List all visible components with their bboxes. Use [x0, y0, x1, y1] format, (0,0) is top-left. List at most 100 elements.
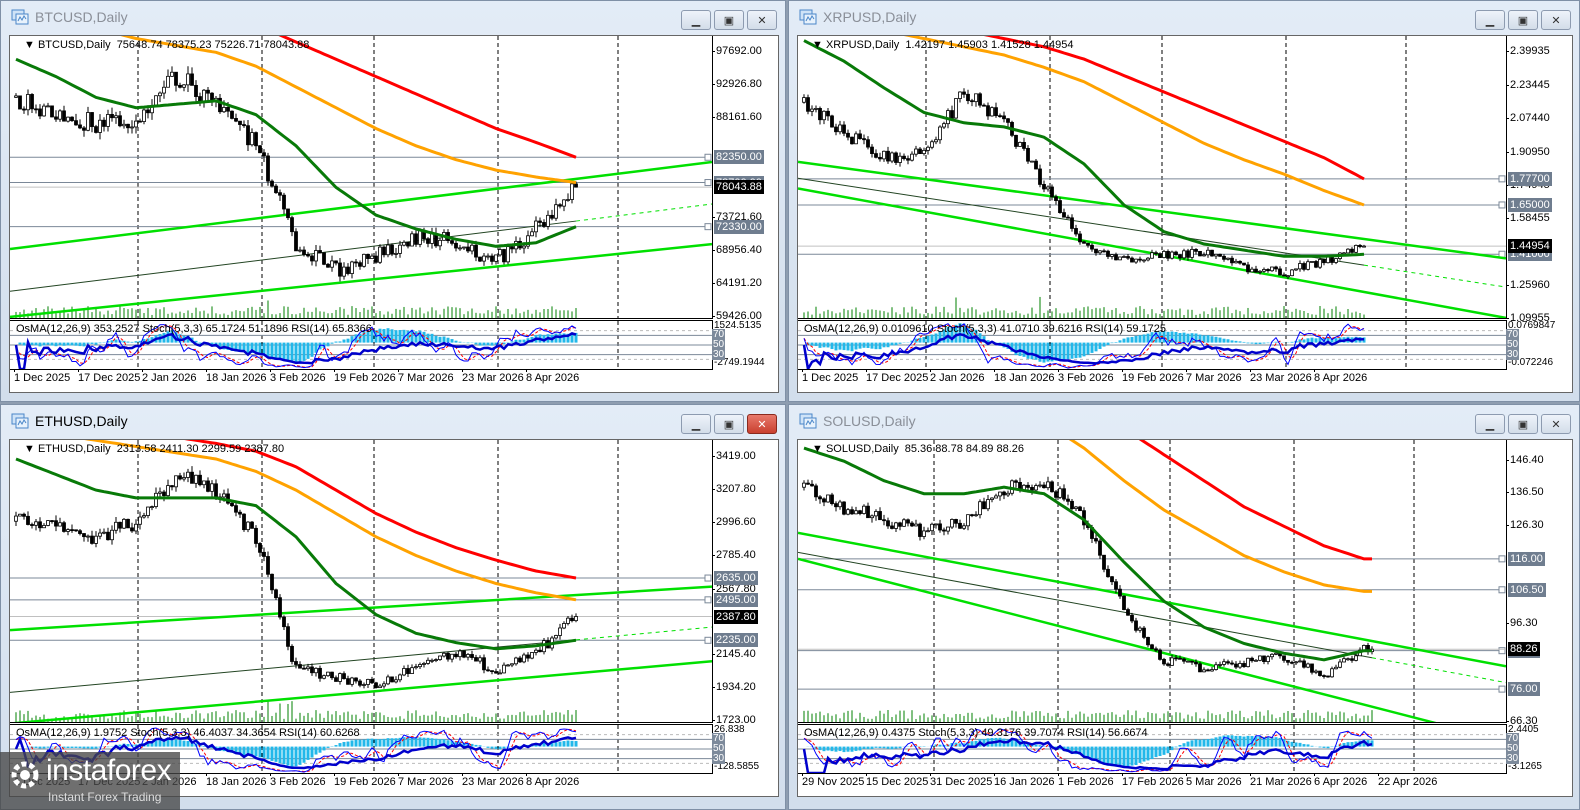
volume-bar	[1139, 306, 1141, 318]
osma-bar	[1178, 744, 1182, 747]
chart-window-solusd[interactable]: SOLUSD,Daily ▁ ▣ ✕ ▼ SOLUSD,Daily 85.36 8…	[788, 404, 1580, 810]
close-button[interactable]: ✕	[1541, 10, 1571, 30]
volume-bar	[319, 713, 321, 722]
volume-bar	[307, 311, 309, 318]
bear-candle	[290, 645, 294, 662]
bear-candle	[1070, 500, 1074, 510]
osma-bar	[1030, 342, 1034, 360]
price-tick-label: 2.39935	[1506, 45, 1550, 58]
minimize-button[interactable]: ▁	[681, 10, 711, 30]
chart-window-ethusd[interactable]: ETHUSD,Daily ▁ ▣ ✕ ▼ ETHUSD,Daily 2313.58…	[0, 404, 786, 810]
price-tick-label: 2.23445	[1506, 78, 1550, 91]
maximize-button[interactable]: ▣	[1508, 414, 1538, 434]
minimize-button[interactable]: ▁	[1475, 10, 1505, 30]
volume-bar	[219, 314, 221, 318]
volume-bar	[1183, 718, 1185, 722]
price-axis[interactable]: 2.399352.234452.074401.909501.749451.584…	[1506, 36, 1572, 324]
close-button[interactable]: ✕	[747, 414, 777, 434]
indicator-pane[interactable]: OsMA(12,26,9) 0.0109610 Stoch(5,3,3) 41.…	[798, 320, 1507, 370]
price-chart[interactable]: ▼ BTCUSD,Daily 75648.74 78375.23 75226.71…	[10, 36, 713, 319]
bear-candle	[382, 246, 386, 256]
bull-candle	[1254, 659, 1258, 662]
price-tick-label: 2785.40	[712, 548, 756, 561]
volume-bar	[1271, 714, 1273, 722]
volume-bar	[515, 715, 517, 722]
price-tick-label: 92926.80	[712, 78, 762, 90]
osma-bar	[490, 746, 494, 749]
level-handle	[704, 636, 712, 644]
volume-bar	[159, 716, 161, 722]
price-chart[interactable]: ▼ XRPUSD,Daily 1.42197 1.45903 1.41528 1.…	[798, 36, 1507, 319]
volume-bar	[1367, 715, 1369, 722]
volume-bar	[23, 309, 25, 318]
date-label: 23 Mar 2026	[462, 773, 524, 788]
close-button[interactable]: ✕	[1541, 414, 1571, 434]
window-titlebar[interactable]: ETHUSD,Daily ▁ ▣ ✕	[1, 405, 785, 437]
price-axis[interactable]: 97692.00 92926.80 88161.60 73721.60 68956.40…	[712, 36, 778, 322]
volume-bar	[1155, 713, 1157, 722]
window-titlebar[interactable]: BTCUSD,Daily ▁ ▣ ✕	[1, 1, 785, 33]
maximize-button[interactable]: ▣	[714, 414, 744, 434]
price-tick-label: 64191.20	[712, 277, 762, 290]
volume-bar	[171, 717, 173, 722]
osma-bar	[58, 342, 62, 346]
chart-window-btcusd[interactable]: BTCUSD,Daily ▁ ▣ ✕ ▼ BTCUSD,Daily 75648.7…	[0, 0, 786, 402]
price-axis[interactable]: 146.40 136.50 126.30 96.30 66.30 116.00 106.50…	[1506, 440, 1572, 727]
bull-candle	[98, 119, 102, 133]
volume-bar	[431, 714, 433, 722]
bull-candle	[1202, 669, 1206, 673]
bear-candle	[1138, 258, 1142, 261]
maximize-button[interactable]: ▣	[714, 10, 744, 30]
osma-bar	[478, 745, 482, 747]
window-titlebar[interactable]: SOLUSD,Daily ▁ ▣ ✕	[789, 405, 1579, 437]
minimize-button[interactable]: ▁	[681, 414, 711, 434]
volume-bar	[1303, 712, 1305, 722]
price-chart[interactable]: ▼ SOLUSD,Daily 85.36 88.78 84.89 88.26	[798, 440, 1507, 723]
volume-bar	[215, 313, 217, 318]
level-price-label: 82350.00	[714, 150, 764, 165]
osma-bar	[82, 342, 86, 347]
chart-window-xrpusd[interactable]: XRPUSD,Daily ▁ ▣ ✕ ▼ XRPUSD,Daily 1.42197…	[788, 0, 1580, 402]
bull-candle	[86, 112, 90, 131]
price-chart-canvas: ▼ SOLUSD,Daily 85.36 88.78 84.89 88.26	[798, 440, 1506, 722]
osma-bar	[286, 746, 290, 766]
osma-bar	[482, 342, 486, 346]
minimize-button[interactable]: ▁	[1475, 414, 1505, 434]
bear-candle	[538, 649, 542, 653]
osma-bar	[1306, 744, 1310, 747]
chart-frame: ▼ XRPUSD,Daily 1.42197 1.45903 1.41528 1.…	[797, 35, 1573, 393]
window-titlebar[interactable]: XRPUSD,Daily ▁ ▣ ✕	[789, 1, 1579, 33]
osma-bar	[54, 342, 58, 347]
chart-frame: ▼ BTCUSD,Daily 75648.74 78375.23 75226.71…	[9, 35, 779, 393]
volume-bar	[1267, 313, 1269, 318]
bull-candle	[862, 505, 866, 514]
bull-candle	[926, 530, 930, 533]
volume-bar	[1011, 710, 1013, 722]
close-button[interactable]: ✕	[747, 10, 777, 30]
osma-bar	[1178, 332, 1182, 343]
bear-candle	[1350, 658, 1354, 661]
volume-bar	[23, 714, 25, 722]
price-axis[interactable]: 3419.00 3207.80 2996.60 2785.40 2567.80 2145.…	[712, 440, 778, 726]
bear-candle	[918, 148, 922, 155]
volume-bar	[839, 312, 841, 318]
maximize-button[interactable]: ▣	[1508, 10, 1538, 30]
volume-bar	[939, 312, 941, 318]
bull-candle	[882, 150, 886, 160]
bear-candle	[842, 124, 846, 134]
bull-candle	[58, 522, 62, 527]
bull-candle	[910, 153, 914, 161]
bull-candle	[566, 199, 570, 201]
indicator-pane[interactable]: OsMA(12,26,9) 0.4375 Stoch(5,3,3) 49.317…	[798, 724, 1507, 774]
volume-bar	[1087, 306, 1089, 318]
price-chart[interactable]: ▼ ETHUSD,Daily 2313.58 2411.30 2299.59 23…	[10, 440, 713, 723]
volume-bar	[143, 717, 145, 722]
bull-candle	[486, 255, 490, 258]
volume-bar	[963, 312, 965, 318]
volume-bar	[1131, 313, 1133, 318]
bull-candle	[1138, 627, 1142, 631]
indicator-pane[interactable]: OsMA(12,26,9) 353.2527 Stoch(5,3,3) 65.1…	[10, 320, 713, 370]
volume-bar	[835, 313, 837, 318]
osma-bar	[402, 737, 406, 747]
bear-candle	[26, 515, 30, 525]
